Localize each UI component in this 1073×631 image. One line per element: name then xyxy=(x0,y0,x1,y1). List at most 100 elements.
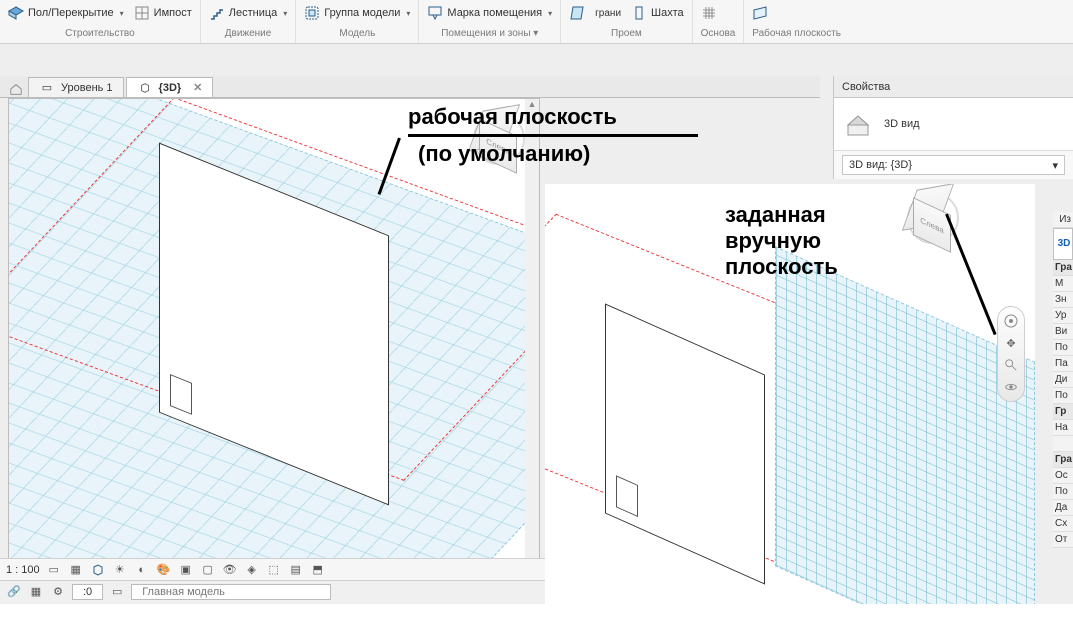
visual-style-icon[interactable] xyxy=(90,562,106,578)
prop-row[interactable]: Ди xyxy=(1053,372,1073,388)
stair-icon xyxy=(209,5,225,21)
prop-row[interactable]: М xyxy=(1053,276,1073,292)
cube-icon xyxy=(137,80,153,96)
face-label: грани xyxy=(595,8,621,19)
prop-row[interactable]: Ви xyxy=(1053,324,1073,340)
pan-icon[interactable]: ✥ xyxy=(1001,333,1021,353)
edit-type-label[interactable]: Из xyxy=(1053,212,1073,228)
detail-level-icon[interactable]: ▦ xyxy=(68,562,84,578)
tab-label: Уровень 1 xyxy=(61,82,113,94)
vertical-scrollbar[interactable]: ▲ ▼ xyxy=(525,99,539,577)
prop-row[interactable]: Гра xyxy=(1053,260,1073,276)
main-area: ▭ Уровень 1 {3D} ✕ Слева ▲ ▼ xyxy=(0,44,1073,604)
room-tag-label: Марка помещения xyxy=(447,7,542,19)
select-underlay-icon[interactable]: ▦ xyxy=(28,584,44,600)
tab-3d[interactable]: {3D} ✕ xyxy=(126,77,214,97)
floor-button[interactable]: Пол/Перекрытие xyxy=(8,5,124,21)
view-cube[interactable]: Слева xyxy=(903,188,963,248)
viewport-left[interactable]: Слева ▲ ▼ xyxy=(8,98,540,578)
prop-row[interactable]: Ур xyxy=(1053,308,1073,324)
prop-row[interactable]: Гра xyxy=(1053,452,1073,468)
render-icon[interactable]: 🎨 xyxy=(156,562,172,578)
properties-type-label: 3D вид xyxy=(884,118,920,130)
ribbon-group-opening: грани Шахта Проем xyxy=(561,0,693,43)
close-icon[interactable]: ✕ xyxy=(193,81,202,94)
house-icon xyxy=(842,108,874,140)
prop-row[interactable]: От xyxy=(1053,532,1073,548)
properties-title: Свойства xyxy=(834,76,1073,98)
properties-view-selector[interactable]: 3D вид: {3D} ▾ xyxy=(842,155,1065,175)
main-model-label[interactable]: Главная модель xyxy=(131,584,331,600)
temporary-hide-icon[interactable]: ◈ xyxy=(244,562,260,578)
workplane-button[interactable] xyxy=(752,5,768,21)
home-icon[interactable] xyxy=(8,81,24,97)
ribbon-group-label: Рабочая плоскость xyxy=(752,26,841,42)
prop-row[interactable] xyxy=(1053,436,1073,452)
tab-level1[interactable]: ▭ Уровень 1 xyxy=(28,77,124,97)
analytical-icon[interactable]: ▤ xyxy=(288,562,304,578)
properties-panel: Свойства 3D вид 3D вид: {3D} ▾ xyxy=(833,76,1073,179)
prop-row[interactable]: Гр xyxy=(1053,404,1073,420)
selector-value: 3D вид: {3D} xyxy=(849,159,912,171)
zoom-icon[interactable] xyxy=(1001,355,1021,375)
set-button[interactable] xyxy=(701,5,717,21)
status-bar: 🔗 ▦ ⚙ :0 ▭ Главная модель xyxy=(0,580,545,602)
shaft-label: Шахта xyxy=(651,7,684,19)
stair-button[interactable]: Лестница xyxy=(209,5,288,21)
ribbon-group-workplane: Рабочая плоскость xyxy=(744,0,849,43)
floor-icon xyxy=(8,5,24,21)
room-tag-button[interactable]: Марка помещения xyxy=(427,5,552,21)
crop-show-icon[interactable]: ▢ xyxy=(200,562,216,578)
scale-list-icon[interactable]: ▭ xyxy=(46,562,62,578)
prop-row[interactable]: Да xyxy=(1053,500,1073,516)
model-group-button[interactable]: Группа модели xyxy=(304,5,410,21)
prop-row[interactable]: По xyxy=(1053,388,1073,404)
face-button[interactable] xyxy=(569,5,585,21)
steering-wheel-icon[interactable] xyxy=(1001,311,1021,331)
ribbon-group-label: Основа xyxy=(701,26,736,42)
grid-icon xyxy=(701,5,717,21)
prop-row[interactable]: Па xyxy=(1053,356,1073,372)
unhide-icon[interactable]: 👁 xyxy=(222,562,238,578)
prop-row[interactable]: По xyxy=(1053,340,1073,356)
plane-icon xyxy=(752,5,768,21)
prop-row[interactable]: Сх xyxy=(1053,516,1073,532)
mullion-label: Импост xyxy=(154,7,192,19)
properties-grid-strip: Из 3D Гра М Зн Ур Ви По Па Ди По Гр На Г… xyxy=(1053,212,1073,548)
ribbon-group-label: Проем xyxy=(569,26,684,42)
prop-row[interactable]: По xyxy=(1053,484,1073,500)
scale-value[interactable]: 1 : 100 xyxy=(6,564,40,576)
navigation-bar[interactable]: ✥ xyxy=(997,306,1025,402)
properties-type[interactable]: 3D вид xyxy=(834,98,1073,151)
viewport-right[interactable]: Слева xyxy=(545,184,1035,604)
highlight-icon[interactable]: ⬒ xyxy=(310,562,326,578)
view-control-bar: 1 : 100 ▭ ▦ ☀ ◐ 🎨 ▣ ▢ 👁 ◈ ⬚ ▤ ⬒ xyxy=(0,558,545,580)
shaft-icon xyxy=(631,5,647,21)
ribbon-group-rooms: Марка помещения Помещения и зоны ▾ xyxy=(419,0,561,43)
model-group-label: Группа модели xyxy=(324,7,400,19)
design-options-icon[interactable]: ▭ xyxy=(109,584,125,600)
shadows-icon[interactable]: ◐ xyxy=(134,562,150,578)
prop-row[interactable]: Зн xyxy=(1053,292,1073,308)
chevron-down-icon xyxy=(118,7,124,19)
section-box-icon[interactable]: 3D xyxy=(1053,228,1073,260)
plan-icon: ▭ xyxy=(39,80,55,96)
orbit-icon[interactable] xyxy=(1001,377,1021,397)
prop-row[interactable]: На xyxy=(1053,420,1073,436)
shaft-button[interactable]: Шахта xyxy=(631,5,684,21)
model-group-icon xyxy=(304,5,320,21)
face-icon xyxy=(569,5,585,21)
view-cube[interactable]: Слева xyxy=(469,109,529,169)
chevron-down-icon: ▾ xyxy=(1052,159,1058,172)
scroll-up-icon[interactable]: ▲ xyxy=(525,99,539,113)
mullion-button[interactable]: Импост xyxy=(134,5,192,21)
reveal-icon[interactable]: ⬚ xyxy=(266,562,282,578)
crop-icon[interactable]: ▣ xyxy=(178,562,194,578)
tab-label: {3D} xyxy=(159,82,182,94)
editable-only-label[interactable]: :0 xyxy=(72,584,103,600)
sun-path-icon[interactable]: ☀ xyxy=(112,562,128,578)
select-links-icon[interactable]: 🔗 xyxy=(6,584,22,600)
worksets-icon[interactable]: ⚙ xyxy=(50,584,66,600)
custom-plane-grid xyxy=(775,246,1035,604)
prop-row[interactable]: Ос xyxy=(1053,468,1073,484)
